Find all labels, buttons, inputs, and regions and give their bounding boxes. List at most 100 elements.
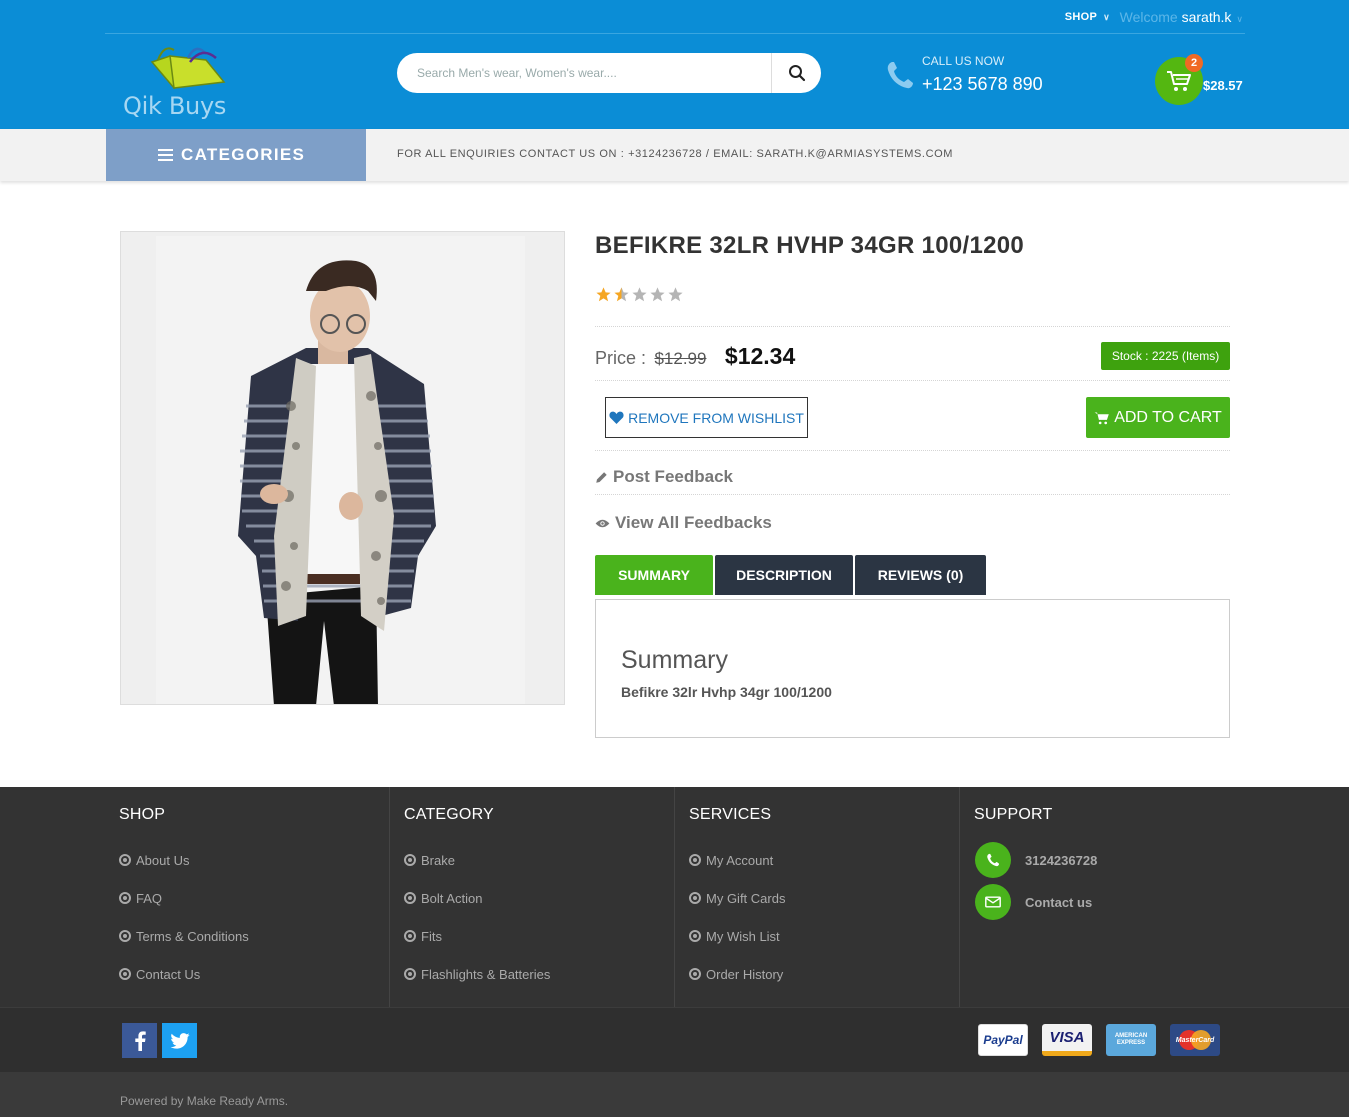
footer-link[interactable]: My Wish List [689,929,785,967]
footer-link[interactable]: Bolt Action [404,891,550,929]
amex-card-icon: AMERICAN EXPRESS [1106,1024,1156,1056]
shop-menu[interactable]: SHOP ∨ [1065,11,1110,23]
site-logo[interactable]: Qik Buys [122,44,232,120]
footer-column-shop: SHOP About Us FAQ Terms & Conditions Con… [105,787,390,1007]
view-all-feedbacks-link[interactable]: View All Feedbacks [595,513,772,533]
circle-dot-icon [689,892,701,904]
add-to-cart-label: ADD TO CART [1114,408,1222,426]
star-full-icon [596,287,611,302]
search-bar [397,53,821,93]
product-title: BEFIKRE 32LR HVHP 34GR 100/1200 [595,232,1025,259]
product-image-frame [120,231,565,705]
mastercard-card-icon: MasterCard [1170,1024,1220,1056]
footer-link-label: Order History [706,967,784,982]
summary-heading: Summary [621,646,728,674]
footer-column-category: CATEGORY Brake Bolt Action Fits Flashlig… [390,787,675,1007]
circle-dot-icon [689,968,701,980]
circle-dot-icon [119,930,131,942]
facebook-icon [134,1030,146,1051]
chevron-down-icon: ∨ [1103,12,1110,22]
divider [595,450,1230,451]
model-photo-illustration [156,236,525,704]
tab-reviews[interactable]: REVIEWS (0) [855,555,986,595]
post-feedback-link[interactable]: Post Feedback [595,467,733,487]
footer-link-label: Terms & Conditions [136,929,249,944]
support-phone[interactable]: 3124236728 [975,842,1097,878]
eye-icon [595,519,610,527]
categories-label: CATEGORIES [181,145,306,164]
current-price: $12.34 [724,343,796,369]
search-button[interactable] [771,53,821,93]
brand-name: Qik Buys [123,92,227,120]
footer-link[interactable]: Order History [689,967,785,1005]
footer-link[interactable]: FAQ [119,891,249,929]
call-number[interactable]: +123 5678 890 [922,74,1043,95]
footer-link[interactable]: Fits [404,929,550,967]
divider [595,380,1230,381]
footer-link[interactable]: Flashlights & Batteries [404,967,550,1005]
phone-icon [887,62,913,89]
footer-link-label: About Us [136,853,190,868]
circle-dot-icon [689,854,701,866]
footer-link-label: Contact Us [136,967,201,982]
categories-button[interactable]: CATEGORIES [106,129,366,181]
footer-link-label: My Gift Cards [706,891,786,906]
price-label: Price : [595,348,647,368]
footer-link[interactable]: Terms & Conditions [119,929,249,967]
footer-column-services: SERVICES My Account My Gift Cards My Wis… [675,787,960,1007]
circle-dot-icon [404,930,416,942]
twitter-button[interactable] [162,1023,197,1058]
footer-link-label: My Wish List [706,929,780,944]
star-half-icon [614,287,629,302]
cart-icon [1094,411,1109,424]
remove-from-wishlist-button[interactable]: REMOVE FROM WISHLIST [605,397,808,438]
welcome-label: Welcome [1119,9,1178,25]
chevron-down-icon: ∨ [1236,14,1243,24]
footer-link-label: Fits [421,929,442,944]
top-bar: SHOP ∨ Welcome sarath.k ∨ [105,0,1245,34]
cart-button[interactable]: 2 [1155,54,1203,105]
twitter-icon [169,1032,190,1049]
divider [595,326,1230,327]
footer-link[interactable]: My Gift Cards [689,891,785,929]
site-footer: SHOP About Us FAQ Terms & Conditions Con… [0,787,1349,1007]
facebook-button[interactable] [122,1023,157,1058]
product-image[interactable] [156,236,525,704]
footer-link[interactable]: About Us [119,853,249,891]
category-bar: CATEGORIES FOR ALL ENQUIRIES CONTACT US … [0,129,1349,181]
search-input[interactable] [397,53,771,93]
star-empty-icon [650,287,665,302]
circle-dot-icon [404,968,416,980]
circle-dot-icon [689,930,701,942]
cart-icon [1167,71,1191,91]
view-feedbacks-label: View All Feedbacks [615,513,772,532]
circle-dot-icon [404,854,416,866]
cart-total[interactable]: $28.57 [1203,78,1243,93]
footer-bottom-bar: PayPal VISA AMERICAN EXPRESS MasterCard [0,1007,1349,1072]
footer-link[interactable]: Brake [404,853,550,891]
tab-panel-summary: Summary Befikre 32lr Hvhp 34gr 100/1200 [595,599,1230,738]
old-price: $12.99 [654,349,707,368]
enquiry-text: FOR ALL ENQUIRIES CONTACT US ON : +31242… [397,148,954,160]
circle-dot-icon [119,892,131,904]
phone-icon [975,842,1011,878]
support-contact[interactable]: Contact us [975,884,1092,920]
heart-icon [609,411,624,424]
footer-heading: CATEGORY [404,806,494,823]
footer-link[interactable]: Contact Us [119,967,249,1005]
post-feedback-label: Post Feedback [613,467,733,486]
footer-link[interactable]: My Account [689,853,785,891]
paypal-card-icon: PayPal [978,1024,1028,1056]
tab-summary[interactable]: SUMMARY [595,555,713,595]
cart-count-badge: 2 [1185,54,1203,72]
footer-link-label: My Account [706,853,774,868]
paypal-label: PayPal [983,1033,1023,1047]
footer-link-label: Bolt Action [421,891,483,906]
user-menu[interactable]: Welcome sarath.k ∨ [1120,9,1243,25]
tab-description[interactable]: DESCRIPTION [715,555,853,595]
shop-menu-label: SHOP [1064,11,1098,23]
amex-label: AMERICAN EXPRESS [1114,1033,1148,1046]
add-to-cart-button[interactable]: ADD TO CART [1086,397,1230,438]
star-empty-icon [668,287,683,302]
support-contact-label: Contact us [1025,894,1093,910]
